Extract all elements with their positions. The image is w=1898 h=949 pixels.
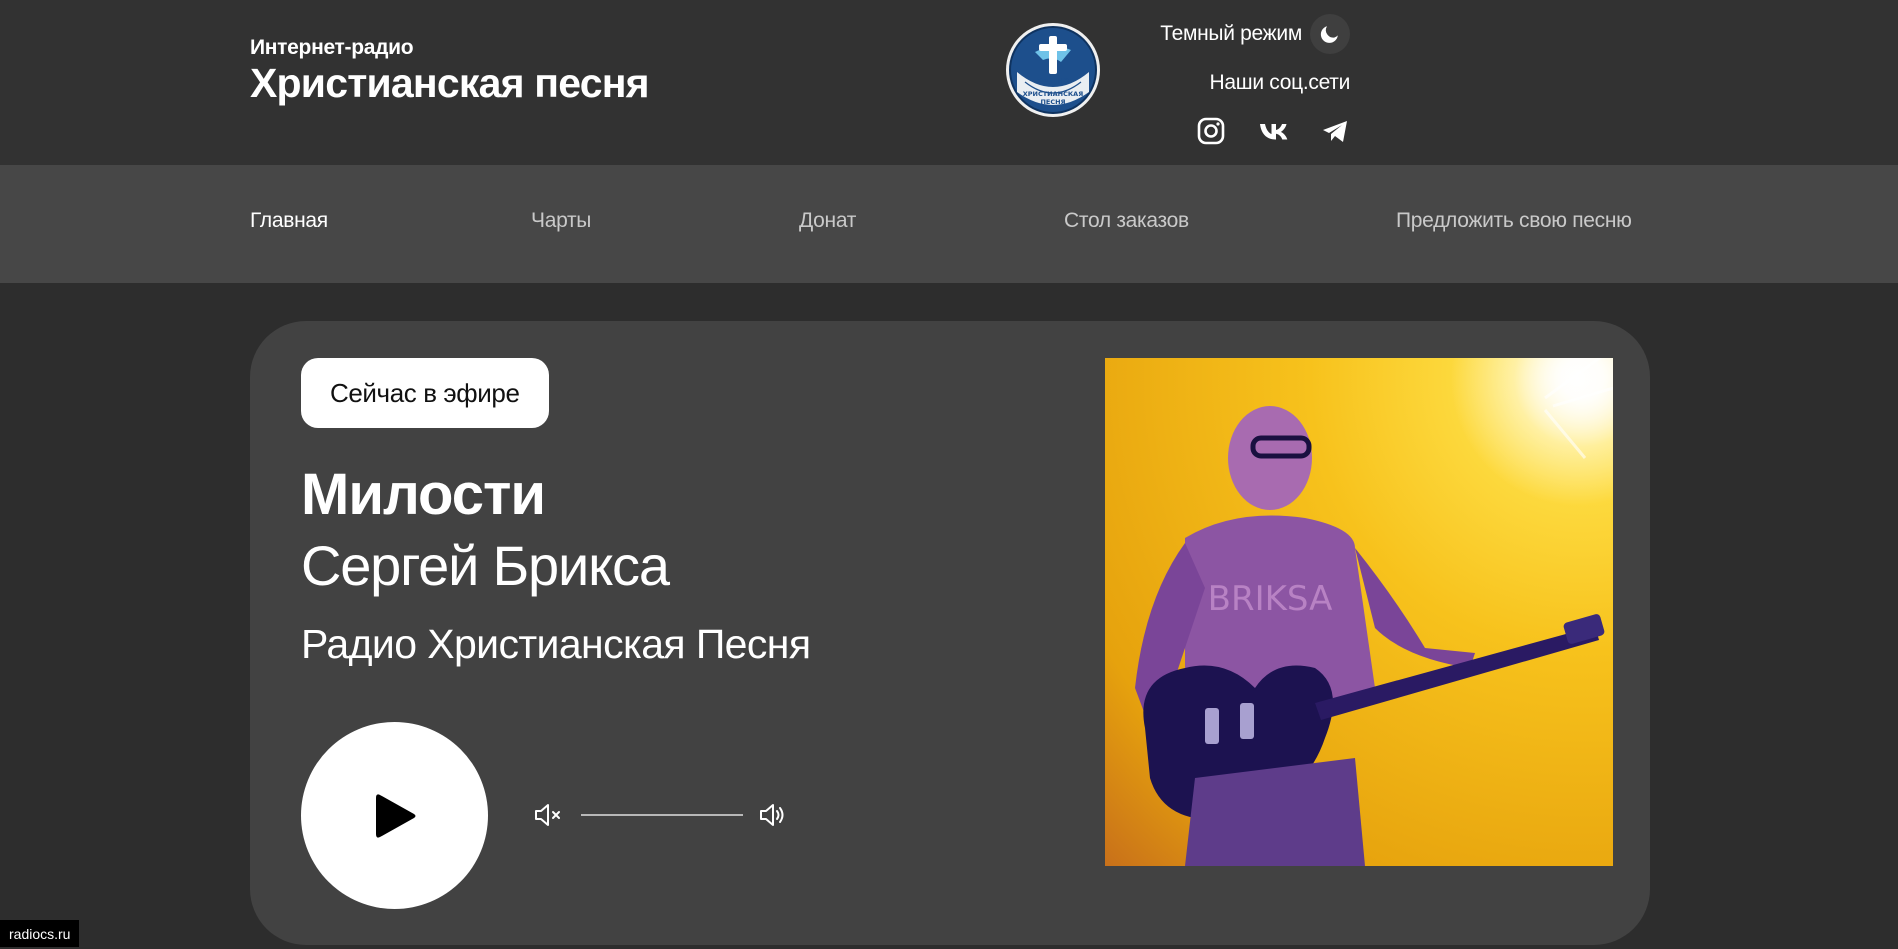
dark-mode-toggle[interactable]: Темный режим xyxy=(1160,14,1350,54)
nav-item-charts[interactable]: Чарты xyxy=(531,209,591,233)
telegram-icon[interactable] xyxy=(1320,116,1350,146)
moon-icon[interactable] xyxy=(1310,14,1350,54)
volume-slider[interactable] xyxy=(581,814,743,816)
instagram-icon[interactable] xyxy=(1196,116,1226,146)
svg-text:ПЕСНЯ: ПЕСНЯ xyxy=(1040,98,1065,106)
status-url: radiocs.ru xyxy=(0,920,80,947)
radio-logo[interactable]: РАДИО ХРИСТИАНСКАЯ ПЕСНЯ xyxy=(1005,22,1101,118)
brand[interactable]: Интернет-радио Христианская песня xyxy=(250,36,650,106)
song-artist: Сергей Брикса xyxy=(301,534,670,597)
on-air-badge: Сейчас в эфире xyxy=(301,358,549,428)
volume-up-icon[interactable] xyxy=(759,801,787,829)
nav-item-suggest-song[interactable]: Предложить свою песню xyxy=(1396,209,1632,233)
album-cover-image: BRIKSA xyxy=(1105,358,1613,866)
social-links xyxy=(1196,116,1350,146)
vk-icon[interactable] xyxy=(1258,116,1288,146)
svg-text:ХРИСТИАНСКАЯ: ХРИСТИАНСКАЯ xyxy=(1023,90,1083,98)
svg-text:РАДИО: РАДИО xyxy=(1037,77,1070,86)
brand-title: Христианская песня xyxy=(250,60,650,106)
social-label: Наши соц.сети xyxy=(1209,71,1351,94)
play-icon xyxy=(375,793,415,838)
radio-logo-icon: РАДИО ХРИСТИАНСКАЯ ПЕСНЯ xyxy=(1006,23,1100,117)
nav-item-home[interactable]: Главная xyxy=(250,209,328,233)
song-title: Милости xyxy=(301,462,546,527)
main-nav: Главная Чарты Донат Стол заказов Предлож… xyxy=(0,165,1898,283)
album-cover: BRIKSA xyxy=(1105,358,1613,866)
mute-icon[interactable] xyxy=(534,802,562,828)
site-header: Интернет-радио Христианская песня РАДИО … xyxy=(0,0,1898,165)
page: Интернет-радио Христианская песня РАДИО … xyxy=(0,0,1898,949)
play-button[interactable] xyxy=(301,722,488,909)
cover-text: BRIKSA xyxy=(1208,579,1333,619)
dark-mode-label: Темный режим xyxy=(1160,22,1302,45)
brand-subtitle: Интернет-радио xyxy=(250,36,414,59)
now-playing-card: Сейчас в эфире Милости Сергей Брикса Рад… xyxy=(250,321,1650,945)
nav-item-orders[interactable]: Стол заказов xyxy=(1064,209,1189,233)
nav-item-donate[interactable]: Донат xyxy=(799,209,856,233)
station-name: Радио Христианская Песня xyxy=(301,621,811,667)
